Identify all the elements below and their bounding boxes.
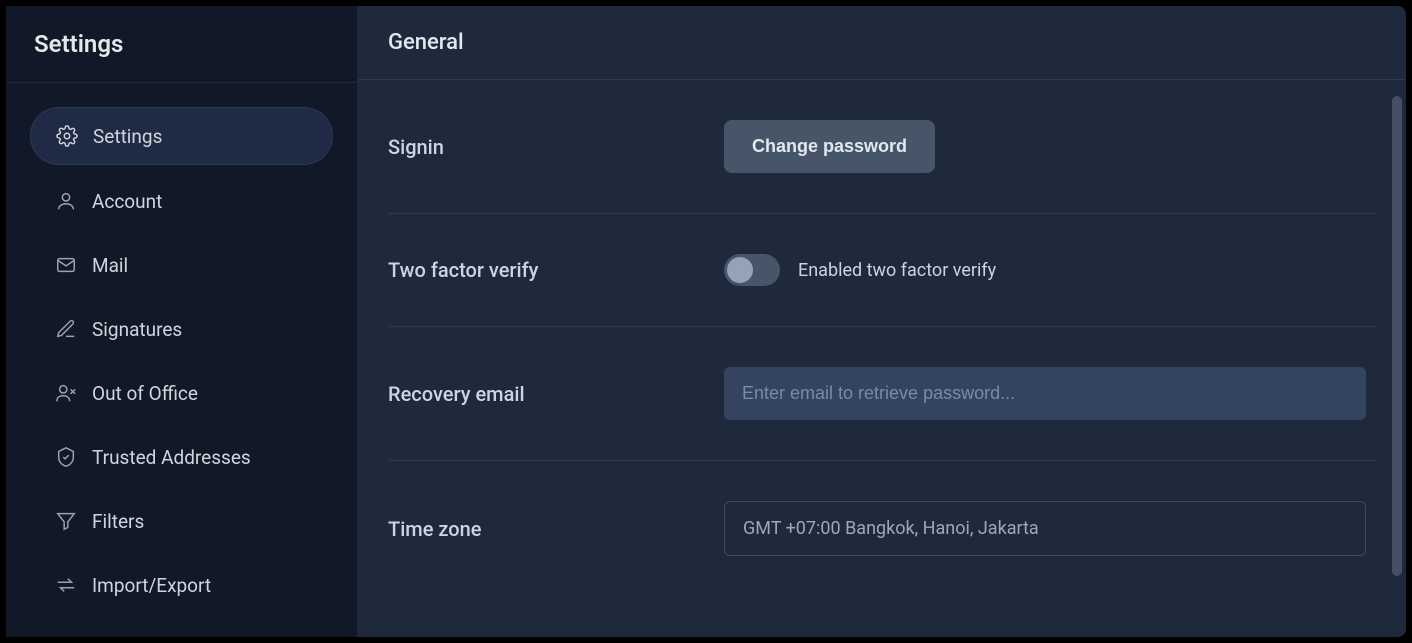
timezone-label: Time zone: [388, 517, 724, 541]
section-recovery-email: Recovery email: [388, 327, 1376, 461]
user-icon: [54, 189, 78, 213]
sidebar-item-label: Account: [92, 190, 162, 213]
main-header: General: [358, 6, 1406, 80]
sidebar: Settings Settings Account Mail: [6, 6, 358, 637]
section-signin: Signin Change password: [388, 80, 1376, 214]
page-title: General: [388, 30, 1376, 55]
sidebar-item-label: Mail: [92, 254, 128, 277]
recovery-email-input[interactable]: [724, 367, 1366, 420]
swap-icon: [54, 573, 78, 597]
sidebar-item-signatures[interactable]: Signatures: [30, 301, 333, 357]
recovery-label: Recovery email: [388, 382, 724, 406]
sidebar-item-label: Trusted Addresses: [92, 446, 251, 469]
mail-icon: [54, 253, 78, 277]
sidebar-item-out-of-office[interactable]: Out of Office: [30, 365, 333, 421]
sidebar-item-mail[interactable]: Mail: [30, 237, 333, 293]
user-x-icon: [54, 381, 78, 405]
sidebar-item-settings[interactable]: Settings: [30, 107, 333, 165]
shield-check-icon: [54, 445, 78, 469]
funnel-icon: [54, 509, 78, 533]
timezone-select[interactable]: GMT +07:00 Bangkok, Hanoi, Jakarta: [724, 501, 1366, 556]
main-body: Signin Change password Two factor verify…: [358, 80, 1406, 637]
sidebar-item-trusted-addresses[interactable]: Trusted Addresses: [30, 429, 333, 485]
two-factor-toggle[interactable]: [724, 254, 780, 286]
edit-icon: [54, 317, 78, 341]
main-panel: General Signin Change password Two facto…: [358, 6, 1406, 637]
sidebar-item-account[interactable]: Account: [30, 173, 333, 229]
sidebar-nav: Settings Account Mail Signatures: [6, 83, 357, 637]
sidebar-item-label: Out of Office: [92, 382, 198, 405]
two-factor-label: Two factor verify: [388, 258, 724, 282]
section-two-factor: Two factor verify Enabled two factor ver…: [388, 214, 1376, 327]
change-password-button[interactable]: Change password: [724, 120, 935, 173]
gear-icon: [55, 124, 79, 148]
sidebar-item-import-export[interactable]: Import/Export: [30, 557, 333, 613]
sidebar-item-label: Signatures: [92, 318, 182, 341]
section-timezone: Time zone GMT +07:00 Bangkok, Hanoi, Jak…: [388, 461, 1376, 596]
sidebar-item-label: Filters: [92, 510, 144, 533]
sidebar-title: Settings: [34, 30, 329, 58]
sidebar-item-label: Settings: [93, 125, 162, 148]
scrollbar[interactable]: [1392, 96, 1402, 576]
two-factor-toggle-label: Enabled two factor verify: [798, 260, 996, 281]
sidebar-header: Settings: [6, 6, 357, 83]
sidebar-item-label: Import/Export: [92, 574, 211, 597]
signin-label: Signin: [388, 135, 724, 159]
sidebar-item-filters[interactable]: Filters: [30, 493, 333, 549]
toggle-knob: [727, 257, 753, 283]
